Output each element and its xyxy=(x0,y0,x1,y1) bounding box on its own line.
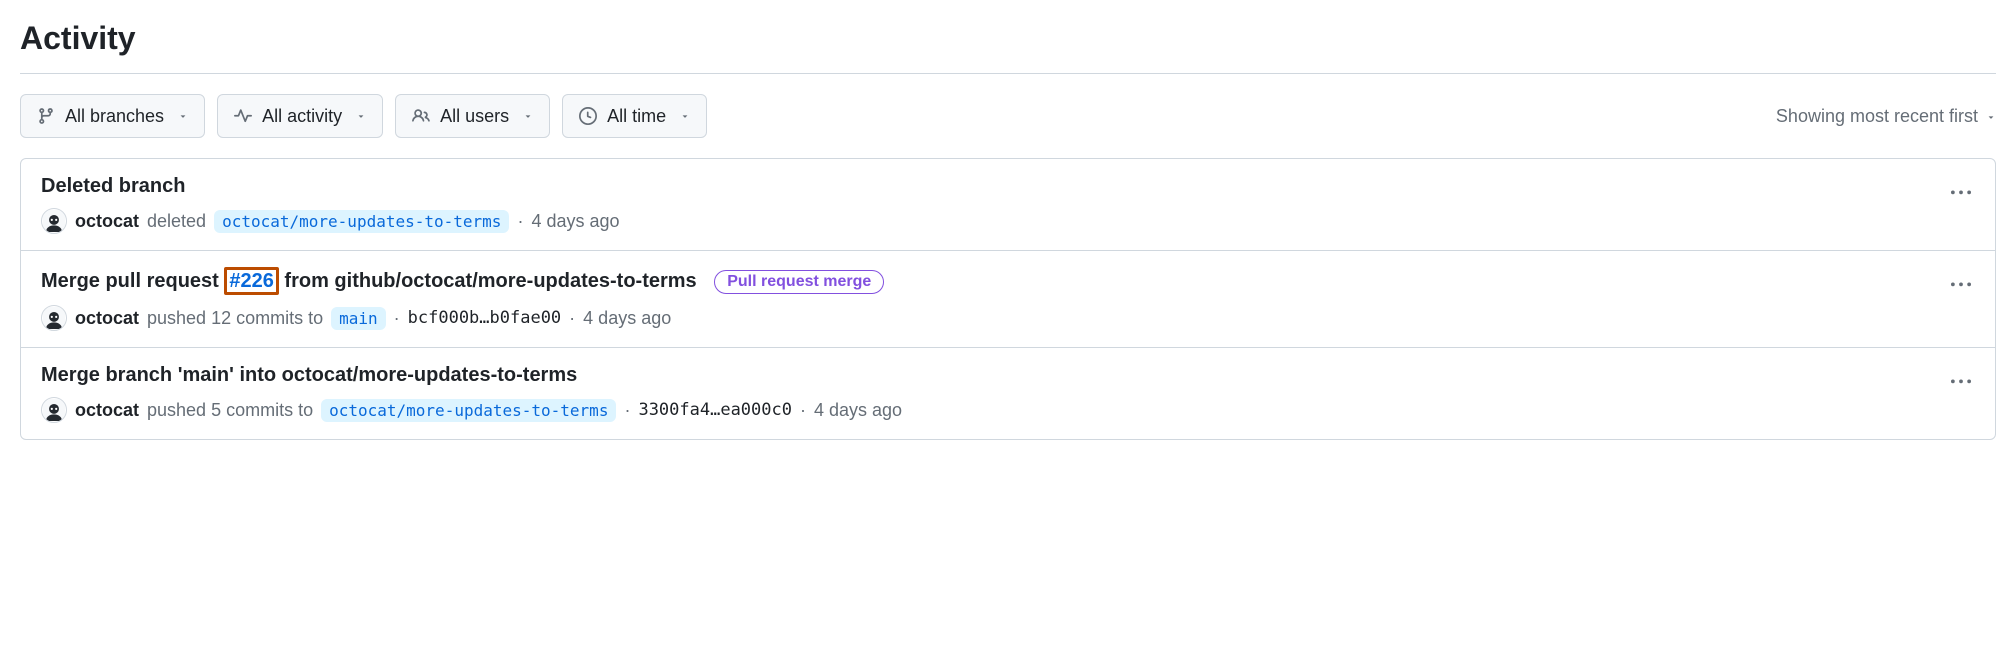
activity-detail: octocat pushed 12 commits to main · bcf0… xyxy=(41,305,1975,331)
activity-filter-label: All activity xyxy=(262,106,342,127)
activity-title-suffix: from github/octocat/more-updates-to-term… xyxy=(279,270,697,292)
activity-item: Merge branch 'main' into octocat/more-up… xyxy=(21,348,1995,439)
action-text: pushed 12 commits to xyxy=(147,308,323,329)
activity-title[interactable]: Deleted branch xyxy=(41,175,1975,198)
avatar[interactable] xyxy=(41,397,67,423)
separator-dot: · xyxy=(800,400,806,421)
separator-dot: · xyxy=(624,400,630,421)
activity-item: Deleted branch octocat deleted octocat/m… xyxy=(21,159,1995,251)
activity-list: Deleted branch octocat deleted octocat/m… xyxy=(20,158,1996,440)
clock-icon xyxy=(579,107,597,125)
separator-dot: · xyxy=(394,308,400,329)
item-actions-button[interactable] xyxy=(1947,368,1975,399)
sha-range[interactable]: bcf000b…b0fae00 xyxy=(408,308,562,328)
pr-number-link[interactable]: #226 xyxy=(229,270,274,292)
timestamp: 4 days ago xyxy=(814,400,902,421)
branches-filter-button[interactable]: All branches xyxy=(20,94,205,138)
timestamp: 4 days ago xyxy=(531,211,619,232)
people-icon xyxy=(412,107,430,125)
users-filter-label: All users xyxy=(440,106,509,127)
item-actions-button[interactable] xyxy=(1947,179,1975,210)
username[interactable]: octocat xyxy=(75,308,139,329)
avatar[interactable] xyxy=(41,208,67,234)
branch-chip[interactable]: octocat/more-updates-to-terms xyxy=(321,399,616,422)
caret-down-icon xyxy=(680,111,690,121)
git-branch-icon xyxy=(37,107,55,125)
timestamp: 4 days ago xyxy=(583,308,671,329)
sort-order-label: Showing most recent first xyxy=(1776,106,1978,127)
sort-order-button[interactable]: Showing most recent first xyxy=(1776,106,1996,127)
action-text: deleted xyxy=(147,211,206,232)
activity-title[interactable]: Merge branch 'main' into octocat/more-up… xyxy=(41,364,1975,387)
caret-down-icon xyxy=(356,111,366,121)
activity-title[interactable]: Merge pull request #226 from github/octo… xyxy=(41,267,1975,295)
caret-down-icon xyxy=(1986,106,1996,127)
time-filter-label: All time xyxy=(607,106,666,127)
activity-detail: octocat pushed 5 commits to octocat/more… xyxy=(41,397,1975,423)
separator-dot: · xyxy=(569,308,575,329)
activity-type-badge: Pull request merge xyxy=(714,270,884,294)
avatar[interactable] xyxy=(41,305,67,331)
caret-down-icon xyxy=(523,111,533,121)
pulse-icon xyxy=(234,107,252,125)
caret-down-icon xyxy=(178,111,188,121)
activity-title-prefix: Deleted branch xyxy=(41,175,185,197)
activity-title-prefix: Merge pull request xyxy=(41,270,224,292)
activity-title-prefix: Merge branch 'main' into octocat/more-up… xyxy=(41,364,577,386)
username[interactable]: octocat xyxy=(75,400,139,421)
action-text: pushed 5 commits to xyxy=(147,400,313,421)
branch-chip[interactable]: octocat/more-updates-to-terms xyxy=(214,210,509,233)
header-divider xyxy=(20,73,1996,74)
item-actions-button[interactable] xyxy=(1947,271,1975,302)
sha-range[interactable]: 3300fa4…ea000c0 xyxy=(638,400,792,420)
page-title: Activity xyxy=(20,20,1996,73)
filter-row: All branches All activity All users All … xyxy=(20,94,1996,138)
activity-detail: octocat deleted octocat/more-updates-to-… xyxy=(41,208,1975,234)
username[interactable]: octocat xyxy=(75,211,139,232)
activity-filter-button[interactable]: All activity xyxy=(217,94,383,138)
branches-filter-label: All branches xyxy=(65,106,164,127)
activity-item: Merge pull request #226 from github/octo… xyxy=(21,251,1995,348)
separator-dot: · xyxy=(517,211,523,232)
branch-chip[interactable]: main xyxy=(331,307,386,330)
users-filter-button[interactable]: All users xyxy=(395,94,550,138)
time-filter-button[interactable]: All time xyxy=(562,94,707,138)
